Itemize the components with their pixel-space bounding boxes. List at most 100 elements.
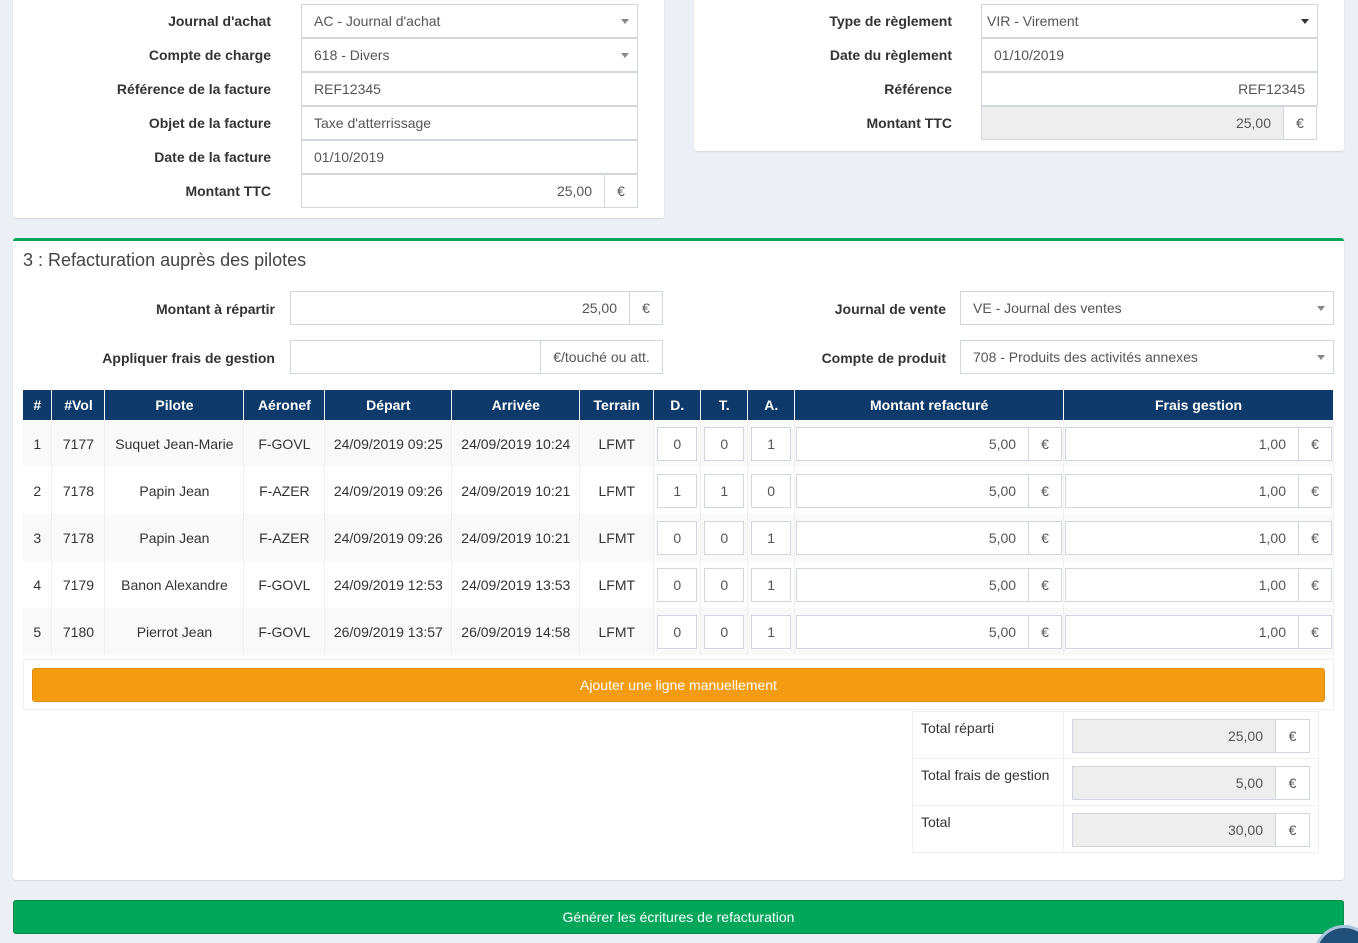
chevron-down-icon	[1301, 19, 1309, 24]
purchase-journal-select[interactable]: AC - Journal d'achat	[301, 4, 638, 38]
table-header-row: # #Vol Pilote Aéronef Départ Arrivée Ter…	[23, 390, 1334, 420]
currency-addon: €	[1029, 614, 1063, 649]
column-header: Frais gestion	[1063, 390, 1334, 420]
column-header: #	[23, 390, 53, 420]
table-row: 5 7180 Pierrot Jean F-GOVL 26/09/2019 13…	[23, 608, 1334, 655]
totals-row: Total réparti 25,00 €	[912, 711, 1319, 759]
column-header: Montant refacturé	[794, 390, 1065, 420]
currency-addon: €	[1299, 567, 1332, 602]
airfield: LFMT	[579, 467, 655, 514]
departure-time: 24/09/2019 12:53	[324, 561, 453, 608]
currency-addon: €	[1029, 473, 1063, 508]
management-fee-input[interactable]: 1,00	[1065, 567, 1299, 602]
landings-input[interactable]: 1	[751, 567, 792, 602]
departures-input[interactable]: 0	[657, 520, 698, 555]
chevron-down-icon	[1317, 306, 1325, 311]
column-header: Départ	[324, 390, 453, 420]
aircraft-registration: F-GOVL	[243, 420, 326, 467]
generate-entries-button[interactable]: Générer les écritures de refacturation	[13, 900, 1344, 934]
pilot-name: Banon Alexandre	[104, 561, 245, 608]
invoice-date-input[interactable]: 01/10/2019	[301, 140, 638, 174]
touch-and-go-input[interactable]: 1	[704, 473, 745, 508]
airfield: LFMT	[579, 561, 655, 608]
management-fee-input[interactable]: 1,00	[1065, 473, 1299, 508]
currency-addon: €	[629, 291, 663, 325]
sales-journal-select[interactable]: VE - Journal des ventes	[960, 291, 1334, 325]
touch-and-go-input[interactable]: 0	[704, 614, 745, 649]
currency-addon: €	[1276, 719, 1310, 753]
invoice-amount-input[interactable]: 25,00	[301, 174, 605, 208]
departure-time: 24/09/2019 09:26	[324, 467, 453, 514]
management-fee-input[interactable]: 1,00	[1065, 520, 1299, 555]
add-line-button[interactable]: Ajouter une ligne manuellement	[32, 668, 1325, 702]
departures-input[interactable]: 0	[657, 426, 698, 461]
grand-total-label: Total	[912, 805, 1064, 853]
aircraft-registration: F-GOVL	[243, 561, 326, 608]
payment-amount-input: 25,00	[981, 106, 1284, 140]
invoice-ref-input[interactable]: REF12345	[301, 72, 638, 106]
currency-addon: €	[1029, 567, 1063, 602]
total-fees-value: 5,00	[1072, 766, 1276, 800]
currency-addon: €	[1029, 520, 1063, 555]
amount-to-split-input[interactable]: 25,00	[290, 291, 630, 325]
payment-type-value: VIR - Virement	[987, 13, 1079, 29]
landings-input[interactable]: 1	[751, 520, 792, 555]
currency-addon: €	[1299, 426, 1332, 461]
expense-account-label: Compte de charge	[148, 47, 271, 63]
sales-journal-label: Journal de vente	[834, 301, 946, 317]
amount-to-split-label: Montant à répartir	[155, 301, 275, 317]
column-header: Terrain	[579, 390, 655, 420]
payment-date-input[interactable]: 01/10/2019	[981, 38, 1318, 72]
rebilled-amount-input[interactable]: 5,00	[796, 520, 1030, 555]
rebilled-amount-input[interactable]: 5,00	[796, 614, 1030, 649]
section-title: 3 : Refacturation auprès des pilotes	[23, 250, 307, 270]
pilot-name: Suquet Jean-Marie	[104, 420, 245, 467]
row-number: 1	[23, 420, 53, 467]
landings-input[interactable]: 1	[751, 426, 792, 461]
pilot-name: Papin Jean	[104, 467, 245, 514]
product-account-select[interactable]: 708 - Produits des activités annexes	[960, 340, 1334, 374]
row-number: 5	[23, 608, 53, 655]
rebilling-panel: 3 : Refacturation auprès des pilotes Mon…	[13, 238, 1344, 880]
management-fee-input[interactable]: 1,00	[1065, 426, 1299, 461]
management-fees-input[interactable]	[290, 340, 541, 374]
airfield: LFMT	[579, 608, 655, 655]
aircraft-registration: F-GOVL	[243, 608, 326, 655]
touch-and-go-input[interactable]: 0	[704, 520, 745, 555]
column-header: Aéronef	[243, 390, 326, 420]
aircraft-registration: F-AZER	[243, 467, 326, 514]
total-split-label: Total réparti	[912, 711, 1064, 759]
invoice-date-label: Date de la facture	[154, 149, 271, 165]
expense-account-select[interactable]: 618 - Divers	[301, 38, 638, 72]
invoice-ref-label: Référence de la facture	[116, 81, 271, 97]
column-header: Pilote	[104, 390, 245, 420]
chevron-down-icon	[1317, 355, 1325, 360]
totals-table: Total réparti 25,00 € Total frais de gest…	[912, 711, 1319, 853]
airfield: LFMT	[579, 514, 655, 561]
management-fee-input[interactable]: 1,00	[1065, 614, 1299, 649]
totals-row: Total frais de gestion 5,00 €	[912, 758, 1319, 806]
rebilled-amount-input[interactable]: 5,00	[796, 473, 1030, 508]
landings-input[interactable]: 1	[751, 614, 792, 649]
arrival-time: 24/09/2019 10:21	[451, 514, 581, 561]
departures-input[interactable]: 1	[657, 473, 698, 508]
departures-input[interactable]: 0	[657, 614, 698, 649]
table-row: 3 7178 Papin Jean F-AZER 24/09/2019 09:2…	[23, 514, 1334, 561]
payment-ref-input[interactable]: REF12345	[981, 72, 1318, 106]
column-header: Arrivée	[451, 390, 581, 420]
touch-and-go-input[interactable]: 0	[704, 567, 745, 602]
expense-account-value: 618 - Divers	[314, 47, 390, 63]
row-number: 4	[23, 561, 53, 608]
payment-type-select[interactable]: VIR - Virement	[981, 4, 1318, 38]
departures-input[interactable]: 0	[657, 567, 698, 602]
touch-and-go-input[interactable]: 0	[704, 426, 745, 461]
rebilled-amount-input[interactable]: 5,00	[796, 426, 1030, 461]
flight-number: 7177	[51, 420, 106, 467]
rebilled-amount-input[interactable]: 5,00	[796, 567, 1030, 602]
total-split-value: 25,00	[1072, 719, 1276, 753]
landings-input[interactable]: 0	[751, 473, 792, 508]
purchase-invoice-panel: Journal d'achat AC - Journal d'achat Com…	[13, 0, 664, 218]
purchase-journal-label: Journal d'achat	[168, 13, 271, 29]
invoice-object-input[interactable]: Taxe d'atterrissage	[301, 106, 638, 140]
chevron-down-icon	[621, 19, 629, 24]
